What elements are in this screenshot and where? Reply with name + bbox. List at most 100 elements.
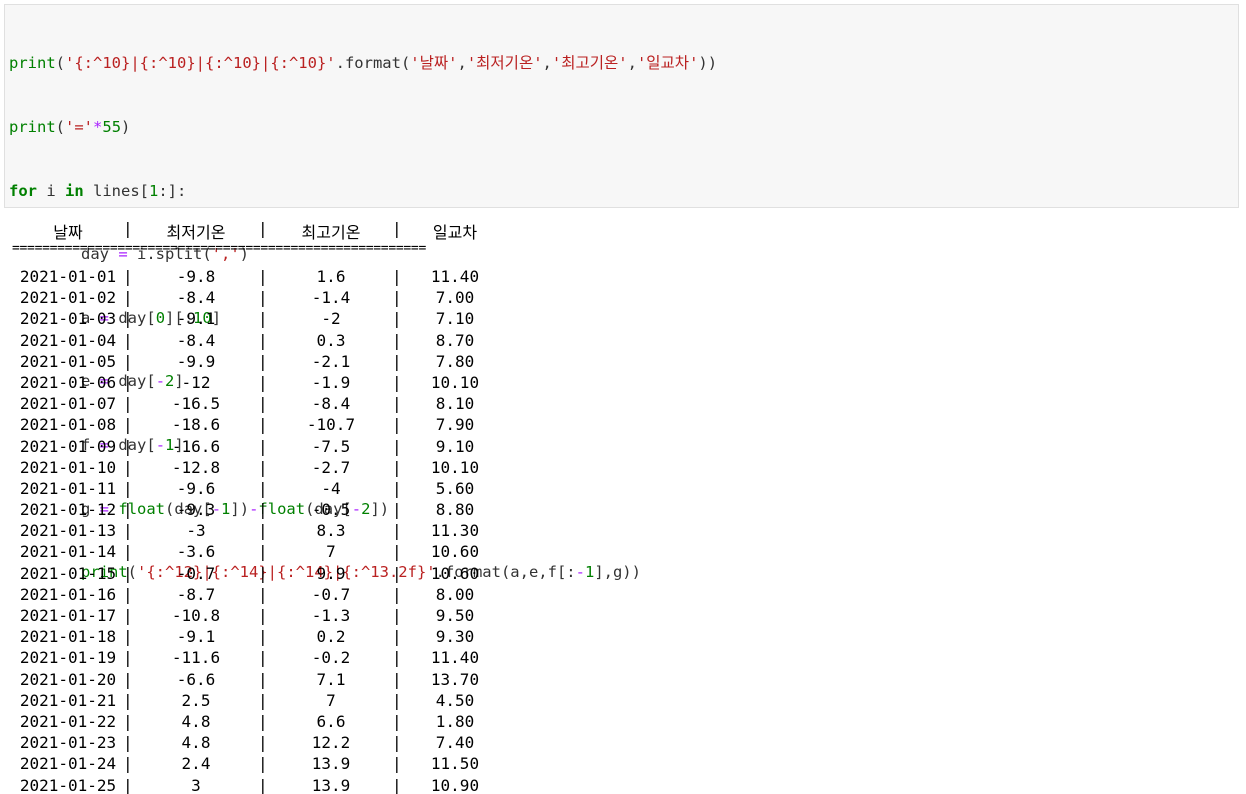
cell-daily-range: 8.10 <box>435 394 475 414</box>
cell-max-temp: 8.3 <box>316 521 346 541</box>
separator-line: ========================================… <box>12 243 426 255</box>
code-text: lines[ <box>83 181 149 200</box>
cell-max-temp: 6.6 <box>316 711 346 731</box>
cell-date: 2021-01-15 <box>19 563 117 583</box>
cell-date: 2021-01-02 <box>19 288 117 308</box>
string-arg-3: '최고기온' <box>551 54 628 73</box>
cell-daily-range: 1.80 <box>435 711 475 731</box>
close-paren: ],g)) <box>594 563 641 582</box>
header-min-temp: 최저기온 <box>166 223 226 242</box>
cell-output: 날짜 | 최저기온 | 최고기온 | 일교차 =================… <box>12 219 532 794</box>
string-literal: '=' <box>65 118 94 136</box>
cell-min-temp: -8.4 <box>176 288 216 308</box>
cell-max-temp: -1.3 <box>311 606 351 625</box>
cell-min-temp: -3 <box>186 521 206 541</box>
output-row: 2021-01-20 | -6.6 | 7.1 | 13.70 <box>12 670 532 691</box>
cell-date: 2021-01-20 <box>19 669 117 689</box>
cell-daily-range: 9.10 <box>435 436 475 456</box>
cell-date: 2021-01-12 <box>19 500 117 520</box>
cell-daily-range: 11.40 <box>430 267 480 286</box>
cell-date: 2021-01-21 <box>19 690 117 710</box>
cell-date: 2021-01-04 <box>19 330 117 350</box>
cell-daily-range: 10.10 <box>430 457 480 477</box>
paren: ( <box>55 118 66 136</box>
output-row: 2021-01-11 | -9.6 | -4 | 5.60 <box>12 479 532 500</box>
cell-max-temp: -2 <box>321 309 341 329</box>
cell-daily-range: 5.60 <box>435 478 475 498</box>
comma: , <box>542 54 552 73</box>
paren: ( <box>55 54 66 73</box>
cell-min-temp: -9.1 <box>176 627 216 647</box>
cell-min-temp: -12.8 <box>171 457 221 477</box>
operator: - <box>575 563 585 582</box>
keyword-in: in <box>65 181 84 200</box>
cell-daily-range: 7.00 <box>435 288 475 308</box>
output-row: 2021-01-06 | -12 | -1.9 | 10.10 <box>12 373 532 394</box>
cell-min-temp: -0.7 <box>176 563 216 583</box>
cell-daily-range: 7.10 <box>435 309 475 329</box>
cell-daily-range: 8.70 <box>435 330 475 350</box>
cell-daily-range: 10.60 <box>430 542 480 562</box>
cell-date: 2021-01-03 <box>19 309 117 329</box>
close-paren: )) <box>698 54 718 73</box>
cell-daily-range: 11.50 <box>430 754 480 774</box>
cell-daily-range: 9.30 <box>435 627 475 647</box>
cell-max-temp: 9.9 <box>316 563 346 583</box>
header-date: 날짜 <box>53 223 83 242</box>
cell-daily-range: 11.30 <box>430 521 480 541</box>
number-literal: 1 <box>149 181 159 200</box>
comma: , <box>457 54 467 73</box>
cell-min-temp: -6.6 <box>176 669 216 689</box>
cell-max-temp: -1.9 <box>311 372 351 392</box>
cell-date: 2021-01-05 <box>19 351 117 371</box>
output-header-row: 날짜 | 최저기온 | 최고기온 | 일교차 <box>12 219 532 242</box>
cell-min-temp: -16.6 <box>171 436 221 456</box>
builtin-print: print <box>9 118 56 136</box>
output-row: 2021-01-04 | -8.4 | 0.3 | 8.70 <box>12 331 532 352</box>
cell-min-temp: 3 <box>191 775 201 794</box>
cell-min-temp: -9.1 <box>176 309 216 329</box>
cell-min-temp: 4.8 <box>181 733 211 753</box>
cell-min-temp: -9.6 <box>176 478 216 498</box>
cell-daily-range: 7.40 <box>435 733 475 753</box>
cell-date: 2021-01-24 <box>19 754 117 774</box>
cell-date: 2021-01-07 <box>19 394 117 414</box>
cell-min-temp: -12 <box>181 372 211 392</box>
cell-daily-range: 9.50 <box>435 606 475 625</box>
code-line-1: print('{:^10}|{:^10}|{:^10}|{:^10}'.form… <box>9 53 717 74</box>
output-row: 2021-01-17 | -10.8 | -1.3 | 9.50 <box>12 606 532 627</box>
format-method: .format( <box>335 54 411 73</box>
cell-date: 2021-01-16 <box>19 584 117 604</box>
cell-date: 2021-01-01 <box>19 267 117 286</box>
cell-date: 2021-01-19 <box>19 648 117 668</box>
string-arg-4: '일교차' <box>636 54 699 73</box>
output-row: 2021-01-24 | 2.4 | 13.9 | 11.50 <box>12 754 532 775</box>
cell-date: 2021-01-09 <box>19 436 117 456</box>
cell-min-temp: -16.5 <box>171 394 221 414</box>
cell-min-temp: -9.8 <box>176 267 216 286</box>
cell-date: 2021-01-17 <box>19 606 117 625</box>
builtin-print: print <box>9 54 56 73</box>
cell-max-temp: -0.7 <box>311 584 351 604</box>
cell-date: 2021-01-06 <box>19 372 117 392</box>
output-row: 2021-01-02 | -8.4 | -1.4 | 7.00 <box>12 288 532 309</box>
cell-max-temp: -2.1 <box>311 351 351 371</box>
output-row: 2021-01-19 | -11.6 | -0.2 | 11.40 <box>12 648 532 669</box>
cell-daily-range: 7.90 <box>435 415 475 435</box>
output-row: 2021-01-03 | -9.1 | -2 | 7.10 <box>12 309 532 330</box>
cell-daily-range: 10.90 <box>430 775 480 794</box>
cell-max-temp: 7 <box>326 690 336 710</box>
output-row: 2021-01-09 | -16.6 | -7.5 | 9.10 <box>12 437 532 458</box>
cell-max-temp: 7.1 <box>316 669 346 689</box>
cell-max-temp: 0.2 <box>316 627 346 647</box>
cell-daily-range: 8.80 <box>435 500 475 520</box>
string-arg-2: '최저기온' <box>466 54 543 73</box>
keyword-for: for <box>9 181 37 200</box>
cell-date: 2021-01-14 <box>19 542 117 562</box>
format-string: '{:^10}|{:^10}|{:^10}|{:^10}' <box>65 54 336 73</box>
cell-max-temp: -1.4 <box>311 288 351 308</box>
cell-date: 2021-01-13 <box>19 521 117 541</box>
cell-max-temp: -2.7 <box>311 457 351 477</box>
cell-min-temp: -18.6 <box>171 415 221 435</box>
cell-min-temp: -9.3 <box>176 500 216 520</box>
